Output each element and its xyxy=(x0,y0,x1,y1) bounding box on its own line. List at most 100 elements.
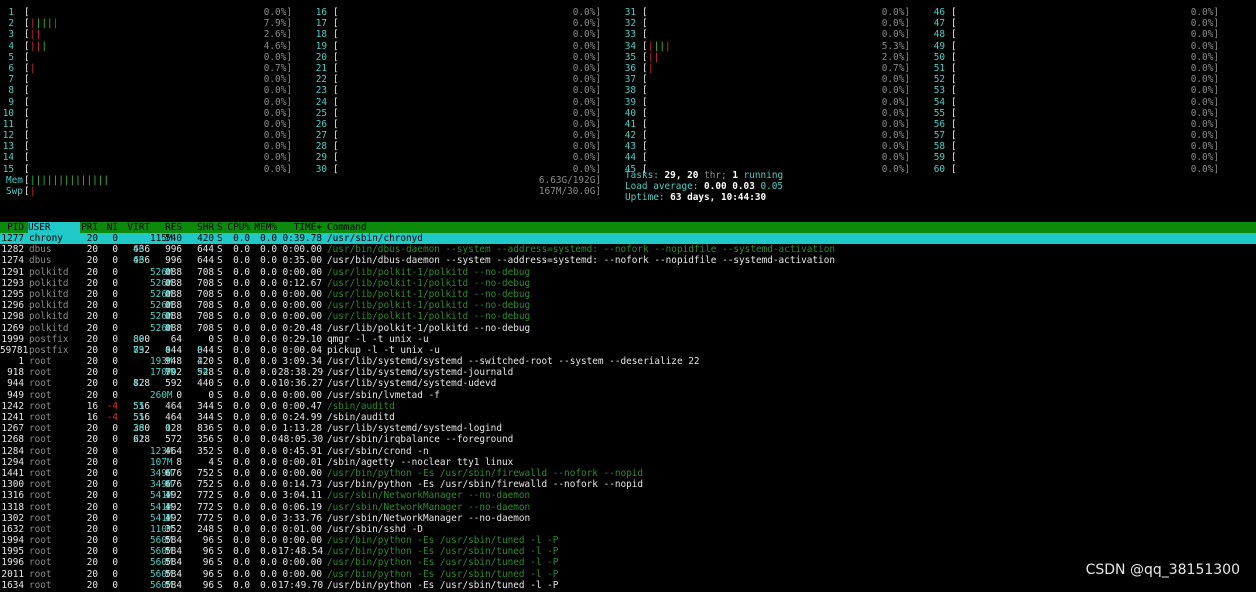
process-state: S xyxy=(217,288,223,300)
process-res: 1 492 xyxy=(165,512,182,524)
cpu-number: 35 xyxy=(624,51,636,63)
process-pid: 1632 xyxy=(1,523,24,535)
process-row[interactable]: 918 root 20 0 170M 94 792 94 528 S 0.0 0.0 28:38.29/… xyxy=(0,367,1256,378)
process-row[interactable]: 1996 root 20 0 560M 584 96 S 0.0 0.0 0:00.00/usr/b… xyxy=(0,557,1256,568)
process-row[interactable]: 1318 root 20 0 541M 1 492 772 S 0.0 0.0 0:06.19/usr… xyxy=(0,502,1256,513)
process-state: S xyxy=(217,389,223,401)
process-row[interactable]: 1291 polkitd 20 0 526M 1 088 708 S 0.0 0.0 0:00.00/… xyxy=(0,267,1256,278)
process-mem-percent: 0.0 xyxy=(260,479,277,491)
process-priority: 20 xyxy=(86,523,98,535)
process-row[interactable]: 1296 polkitd 20 0 526M 1 088 708 S 0.0 0.0 0:00.00/… xyxy=(0,300,1256,311)
process-virt: 47 828 xyxy=(133,378,150,390)
process-row[interactable]: 2011 root 20 0 560M 584 96 S 0.0 0.0 0:00.00/usr/b… xyxy=(0,569,1256,580)
process-row[interactable]: 1267 root 20 0 26 380 1 028 836 S 0.0 0.0 1:13.28/us… xyxy=(0,423,1256,434)
process-row[interactable]: 944 root 20 0 47 828 592 440 S 0.0 0.0 10:36.27/usr… xyxy=(0,378,1256,389)
process-row[interactable]: 1274 dbus 20 0 66 436 996 644 S 0.0 0.0 0:35.00/usr… xyxy=(0,255,1256,266)
process-row[interactable]: 1441 root 20 0 349M 1 676 752 S 0.0 0.0 0:00.00/usr… xyxy=(0,468,1256,479)
cpu-meter: 23 [0.0%] xyxy=(309,85,609,96)
process-command: /usr/lib/systemd/systemd-udevd xyxy=(327,378,497,390)
process-res: 1 088 xyxy=(165,322,182,334)
meter-percent: 0.0%] xyxy=(881,85,910,97)
process-row[interactable]: 1634 root 20 0 560M 584 96 S 0.0 0.0 17:49.70/usr/… xyxy=(0,580,1256,591)
process-cpu-percent: 0.0 xyxy=(233,255,250,267)
col-ni[interactable]: NI xyxy=(104,222,118,233)
process-table-header[interactable]: PID USER PRI NI VIRT RES SHR S CPU% MEM%… xyxy=(0,222,1256,234)
process-priority: 20 xyxy=(86,423,98,435)
process-list[interactable]: 1277 chrony 20 0 115M 540 420 S 0.0 0.0 0:39.78/us… xyxy=(0,233,1256,591)
col-pri[interactable]: PRI xyxy=(80,222,98,233)
cpu-number: 38 xyxy=(624,85,636,97)
process-res: 3 948 xyxy=(165,356,182,368)
cpu-meter: 54 [0.0%] xyxy=(927,97,1227,108)
process-row[interactable]: 1316 root 20 0 541M 1 492 772 S 0.0 0.0 3:04.11/usr… xyxy=(0,490,1256,501)
cpu-meter: 48 [0.0%] xyxy=(927,29,1227,40)
col-state[interactable]: S xyxy=(217,222,225,233)
col-shr[interactable]: SHR xyxy=(186,222,214,233)
process-cpu-percent: 0.0 xyxy=(233,344,250,356)
process-row[interactable]: 1277 chrony 20 0 115M 540 420 S 0.0 0.0 0:39.78/us… xyxy=(0,233,1256,245)
cpu-meter: 35 [|| 2.0%] xyxy=(618,52,918,63)
process-cpu-percent: 0.0 xyxy=(233,389,250,401)
process-row[interactable]: 1294 root 20 0 107M 8 4 S 0.0 0.0 0:00.01/sbin/age… xyxy=(0,457,1256,468)
process-state: S xyxy=(217,467,223,479)
process-row[interactable]: 1242 root 16 -4 55 516 464 344 S 0.0 0.0 0:00.47/sb… xyxy=(0,401,1256,412)
process-time: 17:48.54 xyxy=(278,546,324,558)
process-user: root xyxy=(29,479,52,491)
process-pid: 1267 xyxy=(1,423,24,435)
process-row[interactable]: 1298 polkitd 20 0 526M 1 088 708 S 0.0 0.0 0:00.00/… xyxy=(0,311,1256,322)
process-user: chrony xyxy=(29,233,63,244)
process-mem-percent: 0.0 xyxy=(260,568,277,580)
col-virt[interactable]: VIRT xyxy=(120,222,150,233)
process-row[interactable]: 1994 root 20 0 560M 584 96 S 0.0 0.0 0:00.00/usr/b… xyxy=(0,535,1256,546)
col-mem[interactable]: MEM% xyxy=(252,222,277,233)
process-virt: 66 436 xyxy=(133,244,150,256)
process-pid: 949 xyxy=(7,389,24,401)
col-user[interactable]: USER xyxy=(28,222,80,234)
process-row[interactable]: 1632 root 20 0 110M 352 248 S 0.0 0.0 0:01.00/usr/… xyxy=(0,524,1256,535)
cpu-number: 7 xyxy=(8,74,14,86)
process-row[interactable]: 1995 root 20 0 560M 584 96 S 0.0 0.0 17:48.54/usr/… xyxy=(0,546,1256,557)
col-cpu[interactable]: CPU% xyxy=(227,222,250,233)
meter-bars: || xyxy=(648,51,660,63)
process-row[interactable]: 1293 polkitd 20 0 526M 1 088 708 S 0.0 0.0 0:12.67/… xyxy=(0,278,1256,289)
cpu-number: 44 xyxy=(624,152,636,164)
process-row[interactable]: 1241 root 16 -4 55 516 464 344 S 0.0 0.0 0:24.99/sb… xyxy=(0,412,1256,423)
col-pid[interactable]: PID xyxy=(0,222,24,233)
process-time: 0:00.00 xyxy=(282,288,322,300)
process-row[interactable]: 1268 root 20 0 21 628 572 356 S 0.0 0.0 48:05.30/us… xyxy=(0,434,1256,445)
process-row[interactable]: 1302 root 20 0 541M 1 492 772 S 0.0 0.0 3:33.76/usr… xyxy=(0,513,1256,524)
process-row[interactable]: 1295 polkitd 20 0 526M 1 088 708 S 0.0 0.0 0:00.00/… xyxy=(0,289,1256,300)
meter-bracket: [ xyxy=(642,141,648,153)
col-command[interactable]: Command xyxy=(327,222,367,233)
process-row[interactable]: 949 root 20 0 260M 0 0 S 0.0 0.0 0:00.00/usr/sbin/… xyxy=(0,390,1256,401)
cpu-number: 21 xyxy=(315,62,327,74)
process-shr: 344 xyxy=(197,412,214,423)
cpu-number: 40 xyxy=(624,107,636,119)
col-time[interactable]: TIME+ xyxy=(278,222,322,233)
process-row[interactable]: 1284 root 20 0 123M 464 352 S 0.0 0.0 0:45.91/usr/… xyxy=(0,446,1256,457)
process-shr: 2 420 xyxy=(197,356,214,368)
col-res[interactable]: RES xyxy=(152,222,182,233)
meter-bracket: [ xyxy=(951,152,957,164)
process-row[interactable]: 1269 polkitd 20 0 526M 1 088 708 S 0.0 0.0 0:20.48/… xyxy=(0,323,1256,334)
process-state: S xyxy=(217,423,223,435)
process-pid: 1241 xyxy=(1,412,24,423)
cpu-meter: 8 [0.0%] xyxy=(0,85,300,96)
cpu-meter: 28 [0.0%] xyxy=(309,141,609,152)
process-row[interactable]: 1282 dbus 20 0 66 436 996 644 S 0.0 0.0 0:00.00/usr… xyxy=(0,244,1256,255)
cpu-number: 23 xyxy=(315,85,327,97)
process-nice: 0 xyxy=(112,445,118,457)
process-nice: 0 xyxy=(112,356,118,368)
process-row[interactable]: 1300 root 20 0 349M 1 676 752 S 0.0 0.0 0:14.73/usr… xyxy=(0,479,1256,490)
meter-percent: 2.6%] xyxy=(263,29,292,41)
process-row[interactable]: 59781 postfix 20 0 89 732 4 044 3 044 S 0.0 0.0 0:00.… xyxy=(0,345,1256,356)
meter-bracket: [ xyxy=(333,96,339,108)
mem-label: Mem xyxy=(6,174,23,186)
process-command: /usr/sbin/lvmetad -f xyxy=(327,389,440,401)
process-command: /sbin/auditd xyxy=(327,400,395,412)
process-row[interactable]: 1999 postfix 20 0 89 800 64 0 S 0.0 0.0 0:29.10 qmgr… xyxy=(0,334,1256,345)
cpu-meter: 51 [0.0%] xyxy=(927,63,1227,74)
process-cpu-percent: 0.0 xyxy=(233,546,250,558)
cpu-number: 1 xyxy=(8,7,14,18)
process-row[interactable]: 1 root 20 0 193M 3 948 2 420 S 0.0 0.0 3:09.34/usr/l… xyxy=(0,356,1256,367)
